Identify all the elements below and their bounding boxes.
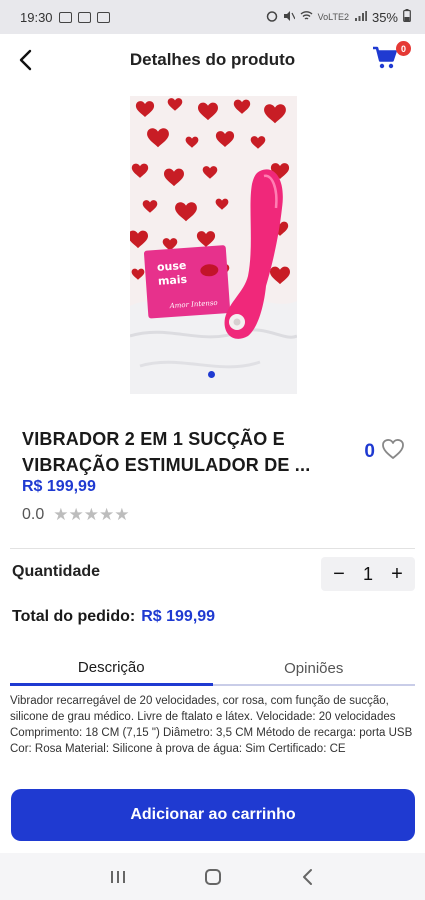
product-price: R$ 199,99 xyxy=(22,478,96,495)
product-image[interactable]: ouse mais Amor Intenso xyxy=(130,96,297,394)
recent-apps-button[interactable] xyxy=(100,863,136,891)
quantity-label: Quantidade xyxy=(12,563,101,580)
product-photo: ouse mais Amor Intenso xyxy=(130,96,297,394)
favorites-count: 0 xyxy=(364,440,375,462)
back-arrow-icon xyxy=(302,868,312,885)
favorite-button[interactable] xyxy=(381,438,405,465)
home-button[interactable] xyxy=(195,863,231,891)
shopping-cart-icon xyxy=(373,46,397,69)
status-time: 19:30 xyxy=(20,9,53,25)
back-button[interactable] xyxy=(12,46,40,74)
status-left: 19:30 xyxy=(20,10,110,25)
status-right: VoLTE2 35% xyxy=(266,9,411,25)
notification-icon xyxy=(58,11,72,23)
system-nav-bar xyxy=(0,853,425,900)
app-bar: Detalhes do produto 0 xyxy=(0,34,425,86)
star-rating-icon: ★★★★★ xyxy=(53,505,130,524)
heart-outline-icon xyxy=(382,439,404,459)
add-to-cart-button[interactable]: Adicionar ao carrinho xyxy=(11,789,415,841)
cart-count-badge: 0 xyxy=(396,41,411,56)
network-label: VoLTE2 xyxy=(317,12,349,22)
order-total: Total do pedido: R$ 199,99 xyxy=(12,608,215,626)
quantity-stepper: − 1 + xyxy=(321,557,415,591)
notification-icon xyxy=(77,11,91,23)
total-value: R$ 199,99 xyxy=(141,608,216,625)
divider xyxy=(10,548,415,549)
tab-reviews[interactable]: Opiniões xyxy=(212,652,415,686)
box-text-line1: ouse xyxy=(157,259,187,274)
decrement-button[interactable]: − xyxy=(327,564,351,584)
tabs: Descrição Opiniões xyxy=(10,652,415,686)
gallery-icon xyxy=(96,11,110,23)
product-name: VIBRADOR 2 EM 1 SUCÇÃO E VIBRAÇÃO ESTIMU… xyxy=(22,429,311,475)
signal-icon xyxy=(354,10,367,25)
quantity-value: 1 xyxy=(362,563,373,584)
rating-value: 0.0 xyxy=(22,506,45,523)
recent-apps-icon xyxy=(110,870,125,883)
battery-percent: 35% xyxy=(371,9,398,25)
system-back-button[interactable] xyxy=(290,863,326,891)
battery-icon xyxy=(403,9,411,25)
increment-button[interactable]: + xyxy=(385,564,409,584)
tab-description[interactable]: Descrição xyxy=(10,652,213,686)
cart-button[interactable]: 0 xyxy=(371,41,411,76)
status-bar: 19:30 VoLTE2 35% xyxy=(0,0,425,34)
product-description: Vibrador recarregável de 20 velocidades,… xyxy=(10,695,413,755)
favorites: 0 xyxy=(364,438,405,465)
home-icon xyxy=(204,868,221,885)
box-text-line2: mais xyxy=(158,273,188,288)
page-title: Detalhes do produto xyxy=(129,50,296,69)
wifi-icon xyxy=(300,10,313,25)
alarm-icon xyxy=(266,10,278,25)
mute-icon xyxy=(283,10,296,25)
total-label: Total do pedido: xyxy=(12,608,136,625)
rating: 0.0 ★★★★★ xyxy=(22,505,129,525)
chevron-left-icon xyxy=(19,49,32,71)
carousel-indicator[interactable] xyxy=(208,371,215,378)
